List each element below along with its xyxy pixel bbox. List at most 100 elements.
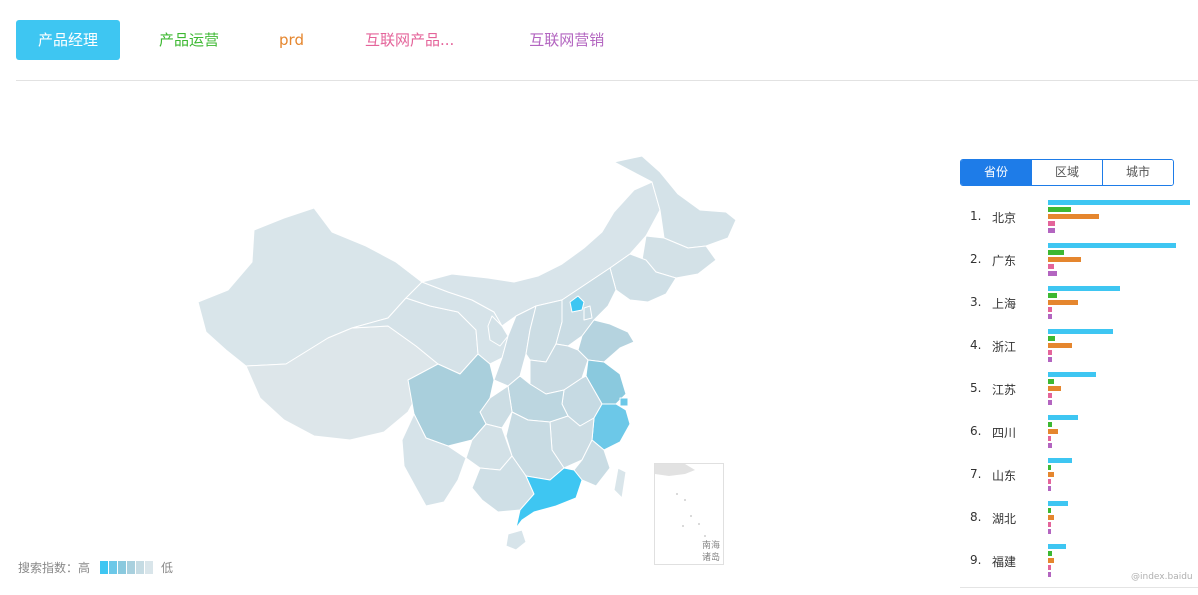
rank-bar [1048, 379, 1054, 384]
south-sea-label: 南海诸岛 [702, 541, 721, 563]
rank-bar [1048, 286, 1120, 291]
rank-bar [1048, 400, 1052, 405]
rank-bar [1048, 357, 1052, 362]
rank-name: 湖北 [992, 512, 1017, 526]
keyword-tab-1[interactable]: 产品经理 [16, 20, 120, 60]
rank-bar [1048, 486, 1051, 491]
rank-bar [1048, 214, 1099, 219]
rank-bar [1048, 350, 1052, 355]
region-tabs: 省份 区域 城市 [960, 159, 1174, 186]
rank-bar [1048, 271, 1057, 276]
province-shanghai[interactable] [619, 397, 629, 407]
rank-name: 浙江 [992, 340, 1017, 354]
province-zhejiang[interactable] [591, 403, 631, 451]
rank-bar [1048, 257, 1081, 262]
rank-number: 5. [970, 381, 982, 395]
rank-bar [1048, 436, 1051, 441]
keyword-tab-2[interactable]: 产品运营 [159, 20, 219, 60]
rank-number: 4. [970, 338, 982, 352]
tabs-divider [16, 80, 1198, 81]
rank-name: 北京 [992, 211, 1017, 225]
legend-swatch-2 [109, 560, 118, 574]
rank-number: 2. [970, 252, 982, 266]
rank-number: 9. [970, 553, 982, 567]
rank-bars [1048, 372, 1192, 407]
rank-bar [1048, 228, 1055, 233]
rank-bar [1048, 415, 1078, 420]
rank-bar [1048, 501, 1068, 506]
legend-high-label: 搜索指数：高 [18, 560, 91, 575]
rank-bar [1048, 221, 1055, 226]
rank-bar [1048, 544, 1066, 549]
rank-bar [1048, 458, 1072, 463]
tab-region[interactable]: 区域 [1031, 160, 1102, 185]
ranking-list: 1. 北京 2. 广东 3. 上海 4. 浙江 5. 江苏 6. 四川 7. 山东 8. 湖北 9. 福建 [960, 195, 1198, 582]
rank-bars [1048, 501, 1192, 536]
rank-number: 3. [970, 295, 982, 309]
keyword-tab-3[interactable]: prd [279, 20, 304, 60]
rank-bar [1048, 529, 1051, 534]
rank-bar [1048, 465, 1051, 470]
rank-number: 7. [970, 467, 982, 481]
keyword-tabs: 产品经理 产品运营 prd 互联网产品... 互联网营销 [16, 20, 604, 60]
rank-bar [1048, 386, 1061, 391]
rank-bar [1048, 551, 1052, 556]
legend-swatch-3 [118, 560, 127, 574]
keyword-tab-4[interactable]: 互联网产品... [365, 20, 454, 60]
rank-bars [1048, 200, 1192, 235]
rank-bar [1048, 508, 1051, 513]
tab-province[interactable]: 省份 [961, 160, 1031, 185]
rank-bar [1048, 558, 1054, 563]
ranking-divider [960, 587, 1198, 588]
rank-bars [1048, 243, 1192, 278]
rank-name: 福建 [992, 555, 1017, 569]
ranking-row[interactable]: 4. 浙江 [960, 324, 1198, 367]
rank-bars [1048, 415, 1192, 450]
ranking-row[interactable]: 5. 江苏 [960, 367, 1198, 410]
ranking-row[interactable]: 2. 广东 [960, 238, 1198, 281]
ranking-row[interactable]: 8. 湖北 [960, 496, 1198, 539]
rank-bar [1048, 300, 1078, 305]
map-legend: 搜索指数：高 低 [18, 559, 173, 575]
legend-swatch-4 [127, 560, 136, 574]
rank-bar [1048, 336, 1055, 341]
legend-swatch-1 [100, 560, 109, 574]
rank-bar [1048, 200, 1190, 205]
rank-name: 江苏 [992, 383, 1017, 397]
rank-bar [1048, 293, 1057, 298]
rank-bar [1048, 343, 1072, 348]
ranking-row[interactable]: 7. 山东 [960, 453, 1198, 496]
ranking-row[interactable]: 3. 上海 [960, 281, 1198, 324]
rank-name: 四川 [992, 426, 1017, 440]
tab-city[interactable]: 城市 [1102, 160, 1173, 185]
rank-bar [1048, 565, 1051, 570]
province-taiwan[interactable] [613, 467, 627, 499]
ranking-row[interactable]: 1. 北京 [960, 195, 1198, 238]
legend-swatch-6 [145, 560, 154, 574]
keyword-tab-5[interactable]: 互联网营销 [529, 20, 604, 60]
rank-bars [1048, 329, 1192, 364]
rank-bar [1048, 522, 1051, 527]
rank-bar [1048, 479, 1051, 484]
province-hainan[interactable] [505, 529, 527, 551]
rank-bar [1048, 207, 1071, 212]
province-tianjin[interactable] [583, 305, 593, 321]
legend-swatches [100, 560, 154, 574]
rank-bar [1048, 329, 1113, 334]
rank-bar [1048, 243, 1176, 248]
rank-number: 6. [970, 424, 982, 438]
rank-bar [1048, 372, 1096, 377]
rank-bar [1048, 429, 1058, 434]
watermark: @index.baidu [1131, 572, 1193, 582]
rank-bar [1048, 307, 1052, 312]
rank-bar [1048, 472, 1054, 477]
legend-swatch-5 [136, 560, 145, 574]
rank-number: 1. [970, 209, 982, 223]
legend-low-label: 低 [161, 560, 174, 575]
rank-name: 山东 [992, 469, 1017, 483]
rank-bar [1048, 264, 1054, 269]
rank-bars [1048, 286, 1192, 321]
rank-bar [1048, 422, 1052, 427]
rank-bar [1048, 250, 1064, 255]
ranking-row[interactable]: 6. 四川 [960, 410, 1198, 453]
